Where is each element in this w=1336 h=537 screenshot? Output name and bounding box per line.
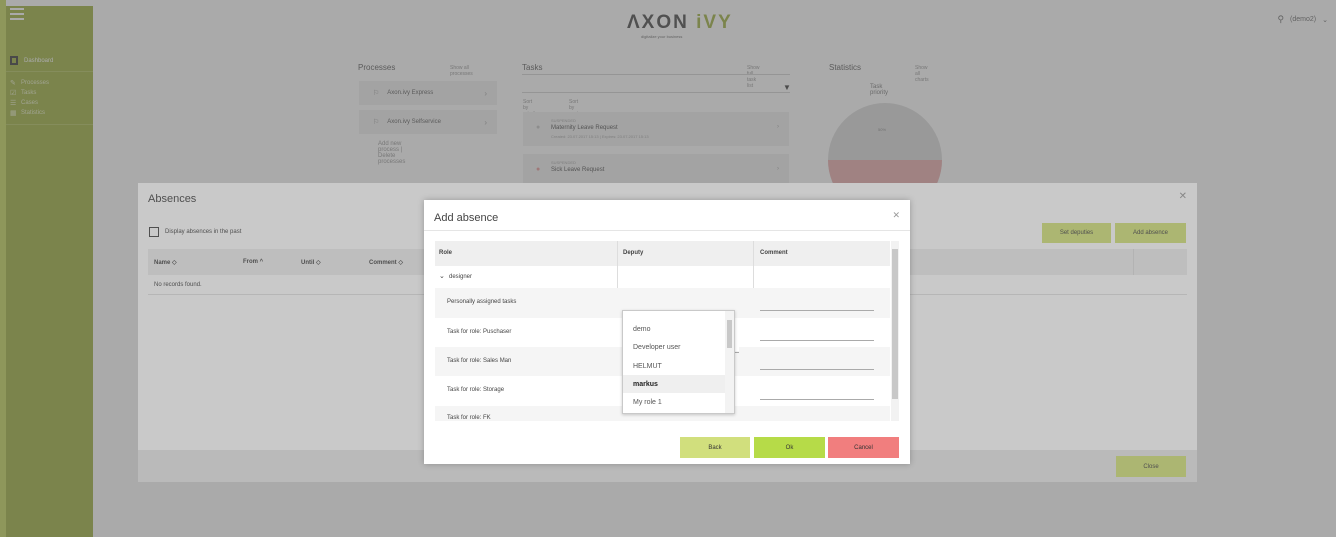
table-scrollbar[interactable]: [891, 241, 899, 421]
comment-input[interactable]: [760, 340, 874, 341]
scrollbar-thumb[interactable]: [727, 320, 732, 348]
role-label: Task for role: FK: [447, 415, 491, 421]
role-label: Personally assigned tasks: [447, 299, 517, 305]
comment-input[interactable]: [760, 399, 874, 400]
column-header-comment: Comment: [760, 250, 788, 256]
column-header-role: Role: [439, 250, 453, 256]
close-icon[interactable]: ✕: [892, 210, 900, 221]
role-label: Task for role: Storage: [447, 387, 505, 393]
group-label: designer: [449, 274, 473, 280]
dropdown-scrollbar[interactable]: [725, 311, 734, 413]
role-label: Task for role: Puschaser: [447, 329, 512, 335]
scrollbar-thumb[interactable]: [892, 249, 898, 399]
add-absence-title: Add absence: [434, 212, 499, 224]
group-row[interactable]: ⌄ designer: [435, 266, 890, 288]
dropdown-option[interactable]: My role 1: [623, 393, 726, 411]
comment-input[interactable]: [760, 369, 874, 370]
role-label: Task for role: Sales Man: [447, 358, 512, 364]
dropdown-option[interactable]: HELMUT: [623, 357, 726, 375]
comment-input[interactable]: [760, 310, 874, 311]
back-button[interactable]: Back: [680, 437, 750, 458]
dropdown-option[interactable]: Developer user: [623, 338, 726, 356]
dropdown-option-selected[interactable]: markus: [623, 375, 726, 393]
deputy-dropdown-list: demo Developer user HELMUT markus My rol…: [622, 310, 735, 414]
divider: [424, 230, 910, 231]
column-header-deputy: Deputy: [623, 250, 644, 256]
cancel-button[interactable]: Cancel: [828, 437, 899, 458]
chevron-down-icon[interactable]: ⌄: [439, 272, 445, 280]
table-header: Role Deputy Comment: [435, 241, 890, 266]
dropdown-option[interactable]: demo: [623, 320, 726, 338]
ok-button[interactable]: Ok: [754, 437, 825, 458]
